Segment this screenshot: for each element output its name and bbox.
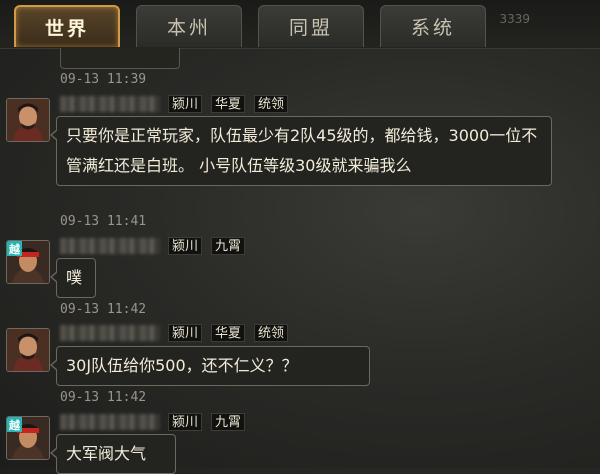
player-name <box>60 238 160 254</box>
faction-badge: 越 <box>7 417 22 432</box>
message-timestamp: 09-13 11:42 <box>60 302 147 317</box>
header-counter: 3339 <box>499 12 530 26</box>
player-name <box>60 325 160 341</box>
previous-message-bubble <box>60 48 180 69</box>
message-timestamp: 09-13 11:41 <box>60 214 147 229</box>
player-name <box>60 96 160 112</box>
faction-badge: 越 <box>7 241 22 256</box>
tag-alliance: 九霄 <box>211 237 246 255</box>
player-name <box>60 414 160 430</box>
message-timestamp: 09-13 11:39 <box>60 72 147 87</box>
avatar[interactable]: 越 <box>6 240 50 284</box>
tag-alliance: 华夏 <box>211 95 246 113</box>
avatar[interactable] <box>6 98 50 142</box>
tag-rank: 统领 <box>254 324 289 342</box>
tab-world[interactable]: 世界 <box>14 5 120 47</box>
tag-region: 颍川 <box>168 324 203 342</box>
tab-system[interactable]: 系统 <box>380 5 486 47</box>
message-bubble: 大军阀大气 <box>50 434 176 474</box>
tag-region: 颍川 <box>168 413 203 431</box>
tag-alliance: 华夏 <box>211 324 246 342</box>
tag-rank: 统领 <box>254 95 289 113</box>
message-timestamp: 09-13 11:42 <box>60 390 147 405</box>
tag-region: 颍川 <box>168 237 203 255</box>
tab-state[interactable]: 本州 <box>136 5 242 47</box>
tag-region: 颍川 <box>168 95 203 113</box>
tag-alliance: 九霄 <box>211 413 246 431</box>
channel-tab-bar: 世界 本州 同盟 系统 3339 <box>0 0 600 49</box>
message-bubble: 噗 <box>50 258 96 298</box>
message-bubble: 只要你是正常玩家，队伍最少有2队45级的，都给钱，3000一位不管满红还是白班。… <box>50 116 552 186</box>
avatar[interactable] <box>6 328 50 372</box>
avatar[interactable]: 越 <box>6 416 50 460</box>
message-bubble: 30J队伍给你500，还不仁义？？ <box>50 346 370 386</box>
tab-alliance[interactable]: 同盟 <box>258 5 364 47</box>
